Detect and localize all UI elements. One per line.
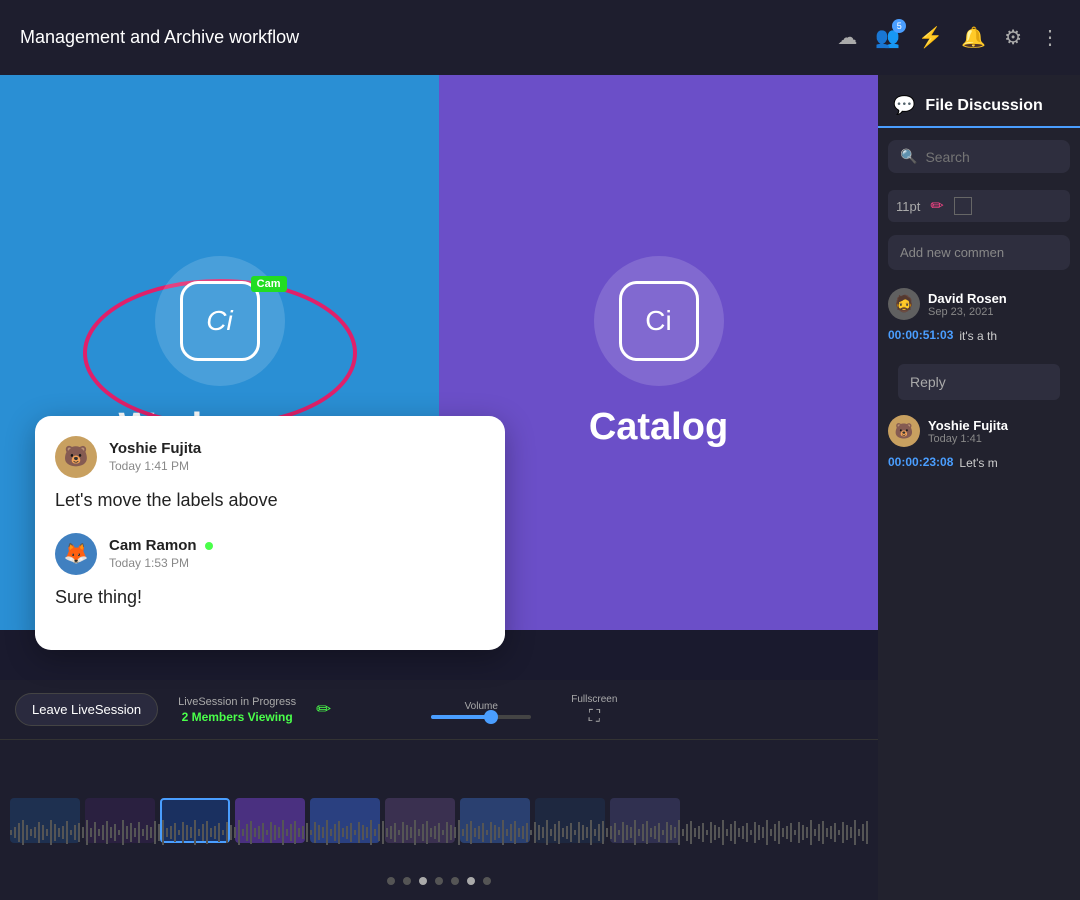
workspace-icon: Ci Cam (155, 256, 285, 386)
fullscreen-icon[interactable]: ⛶ (589, 708, 600, 726)
sidebar-comment-header-david: 🧔 David Rosen Sep 23, 2021 (888, 288, 1070, 320)
font-size-label: 11pt (896, 199, 920, 214)
fullscreen-section: Fullscreen ⛶ (571, 694, 617, 726)
sidebar-text-david: it's a th (959, 329, 997, 343)
workspace-icon-circle: Ci Cam (155, 256, 285, 386)
sidebar-comment-yoshie: 🐻 Yoshie Fujita Today 1:41 00:00:23:08 L… (888, 415, 1070, 470)
comment-entry-cam: 🦊 Cam Ramon Today 1:53 PM Sure thing! (55, 533, 485, 610)
cloud-icon[interactable]: ☁ (837, 25, 857, 50)
lightning-icon[interactable]: ⚡ (918, 25, 943, 50)
dot-1[interactable] (387, 877, 395, 885)
catalog-label: Catalog (589, 406, 728, 449)
search-icon: 🔍 (900, 148, 917, 165)
users-badge: 5 (892, 19, 906, 33)
rect-tool-icon[interactable] (954, 197, 972, 215)
comment-text-cam: Sure thing! (55, 585, 485, 610)
search-bar[interactable]: 🔍 (888, 140, 1070, 173)
bottom-controls: Leave LiveSession LiveSession in Progres… (0, 680, 878, 740)
comment-header-cam: 🦊 Cam Ramon Today 1:53 PM (55, 533, 485, 575)
avatar-cam: 🦊 (55, 533, 97, 575)
sidebar-date-yoshie: Today 1:41 (928, 433, 1008, 445)
workspace-ci-text: Ci (206, 305, 232, 337)
comment-author-cam: Cam Ramon (109, 537, 213, 554)
workspace-icon-inner: Ci Cam (180, 281, 260, 361)
comment-text-yoshie: Let's move the labels above (55, 488, 485, 513)
sidebar-comment-david: 🧔 David Rosen Sep 23, 2021 00:00:51:03 i… (888, 288, 1070, 343)
cam-tag: Cam (251, 276, 287, 292)
fullscreen-label: Fullscreen (571, 694, 617, 705)
volume-section: Volume (431, 701, 531, 719)
comment-header-yoshie: 🐻 Yoshie Fujita Today 1:41 PM (55, 436, 485, 478)
comment-meta-yoshie: Yoshie Fujita Today 1:41 PM (109, 440, 201, 473)
comment-author-yoshie: Yoshie Fujita (109, 440, 201, 457)
comment-entry-yoshie: 🐻 Yoshie Fujita Today 1:41 PM Let's move… (55, 436, 485, 513)
comment-time-cam: Today 1:53 PM (109, 556, 213, 570)
bell-icon[interactable]: 🔔 (961, 25, 986, 50)
file-discussion-title: File Discussion (925, 97, 1042, 115)
bottom-bar: Leave LiveSession LiveSession in Progres… (0, 680, 878, 900)
volume-slider[interactable] (431, 715, 531, 719)
comment-meta-cam: Cam Ramon Today 1:53 PM (109, 537, 213, 570)
pencil-tool-icon[interactable]: ✏ (930, 196, 943, 216)
sidebar-avatar-yoshie: 🐻 (888, 415, 920, 447)
volume-thumb (484, 710, 498, 724)
catalog-ci-text: Ci (645, 305, 671, 337)
sidebar-text-yoshie: Let's m (959, 456, 997, 470)
pagination-dots (0, 872, 878, 890)
more-menu-icon[interactable]: ⋮ (1040, 25, 1060, 50)
waveform: /* waveform bars */ (10, 815, 870, 850)
reply-button[interactable]: Reply (898, 364, 1060, 400)
dot-6[interactable] (467, 877, 475, 885)
avatar-david: 🧔 (888, 288, 920, 320)
online-indicator (205, 542, 213, 550)
members-viewing: 2 Members Viewing (182, 710, 293, 724)
dot-3[interactable] (419, 877, 427, 885)
new-comment-box[interactable]: Add new commen (888, 235, 1070, 270)
live-session-info: LiveSession in Progress 2 Members Viewin… (178, 696, 296, 724)
dot-4[interactable] (435, 877, 443, 885)
sidebar-meta-david: David Rosen Sep 23, 2021 (928, 291, 1007, 318)
font-tools: 11pt ✏ (888, 190, 1070, 222)
pencil-button[interactable]: ✏ (316, 699, 331, 720)
sidebar-date-david: Sep 23, 2021 (928, 306, 1007, 318)
top-bar-icons: ☁ 👥 5 ⚡ 🔔 ⚙ ⋮ (837, 25, 1060, 50)
sidebar-name-yoshie: Yoshie Fujita (928, 418, 1008, 433)
page-title: Management and Archive workflow (20, 27, 837, 48)
dot-2[interactable] (403, 877, 411, 885)
live-session-text: LiveSession in Progress (178, 696, 296, 708)
top-bar: Management and Archive workflow ☁ 👥 5 ⚡ … (0, 0, 1080, 75)
sidebar-meta-yoshie: Yoshie Fujita Today 1:41 (928, 418, 1008, 445)
dot-5[interactable] (451, 877, 459, 885)
search-input[interactable] (925, 149, 1058, 165)
catalog-icon-inner: Ci (619, 281, 699, 361)
comment-time-yoshie: Today 1:41 PM (109, 459, 201, 473)
sidebar-name-david: David Rosen (928, 291, 1007, 306)
catalog-icon: Ci (594, 256, 724, 386)
users-icon[interactable]: 👥 5 (875, 25, 900, 50)
avatar-yoshie: 🐻 (55, 436, 97, 478)
dot-7[interactable] (483, 877, 491, 885)
catalog-icon-circle: Ci (594, 256, 724, 386)
sidebar-comment-header-yoshie: 🐻 Yoshie Fujita Today 1:41 (888, 415, 1070, 447)
file-discussion-header: 💬 File Discussion (878, 75, 1080, 128)
sidebar-timestamp-david: 00:00:51:03 (888, 328, 953, 342)
right-panel: 💬 File Discussion 🔍 11pt ✏ Add new comme… (878, 75, 1080, 900)
settings-icon[interactable]: ⚙ (1004, 25, 1022, 50)
comment-list: 🧔 David Rosen Sep 23, 2021 00:00:51:03 i… (878, 278, 1080, 900)
chat-icon: 💬 (893, 95, 915, 116)
volume-fill (431, 715, 486, 719)
comment-popup: 🐻 Yoshie Fujita Today 1:41 PM Let's move… (35, 416, 505, 650)
sidebar-timestamp-yoshie: 00:00:23:08 (888, 455, 953, 469)
leave-session-button[interactable]: Leave LiveSession (15, 693, 158, 726)
